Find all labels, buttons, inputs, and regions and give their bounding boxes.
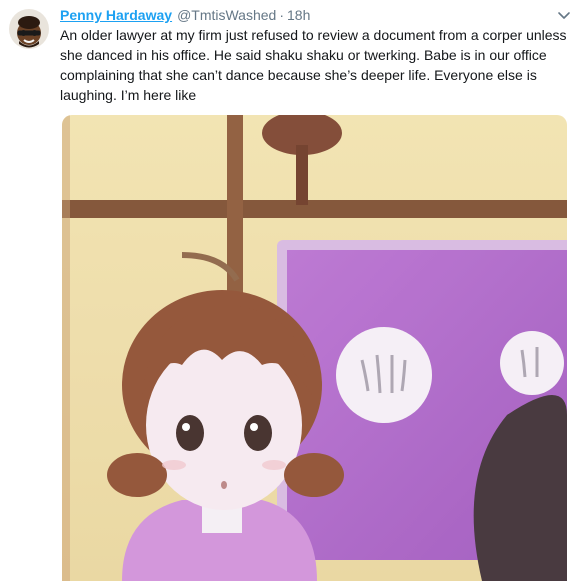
tweet-header: Penny Hardaway @TmtisWashed · 18h [60,5,310,25]
separator-dot: · [279,7,284,23]
avatar-emoji-icon [9,9,49,49]
author-name[interactable]: Penny Hardaway [60,7,172,23]
tweet-timestamp[interactable]: 18h [287,7,310,23]
tweet-media-gif[interactable] [62,115,567,581]
avatar[interactable] [9,9,49,49]
author-handle[interactable]: @TmtisWashed [177,7,276,23]
anime-girl-gif-image [62,115,567,581]
tweet-card: Penny Hardaway @TmtisWashed · 18h An older … [0,0,576,581]
tweet-text: An older lawyer at my firm just refused … [60,27,567,103]
chevron-down-icon[interactable] [556,9,572,23]
